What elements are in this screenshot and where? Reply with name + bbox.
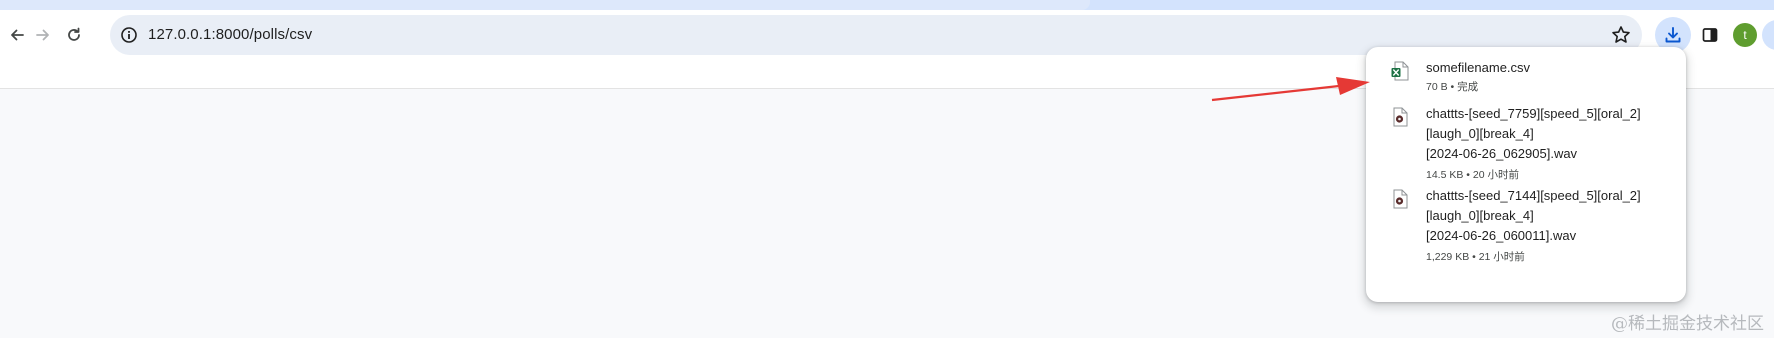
download-filename-line[interactable]: [2024-06-26_062905].wav bbox=[1426, 143, 1676, 164]
forward-arrow-icon bbox=[36, 29, 49, 41]
downloads-bubble: somefilename.csv 70 B • 完成 chattts-[seed… bbox=[1366, 47, 1686, 302]
url-text[interactable]: 127.0.0.1:8000/polls/csv bbox=[148, 15, 312, 55]
watermark: @稀土掘金技术社区 bbox=[1611, 314, 1764, 334]
download-status: 14.5 KB • 20 小时前 bbox=[1426, 169, 1519, 181]
excel-file-icon bbox=[1391, 61, 1409, 81]
browser-window: 127.0.0.1:8000/polls/csv t somefilename.… bbox=[0, 0, 1774, 338]
download-item[interactable]: somefilename.csv 70 B • 完成 bbox=[1366, 55, 1686, 103]
download-filename-line[interactable]: chattts-[seed_7144][speed_5][oral_2] bbox=[1426, 185, 1676, 206]
download-filename-line[interactable]: [laugh_0][break_4] bbox=[1426, 123, 1676, 144]
audio-file-icon bbox=[1393, 107, 1408, 127]
red-annotation-arrow bbox=[1211, 77, 1370, 102]
reload-button[interactable] bbox=[59, 20, 89, 50]
forward-button[interactable] bbox=[28, 20, 58, 50]
side-panel-button[interactable] bbox=[1695, 20, 1725, 50]
tab-strip bbox=[0, 0, 1774, 10]
audio-file-icon bbox=[1393, 189, 1408, 209]
download-item[interactable]: chattts-[seed_7759][speed_5][oral_2] [la… bbox=[1366, 103, 1686, 181]
download-filename-line[interactable]: [2024-06-26_060011].wav bbox=[1426, 225, 1676, 246]
back-arrow-icon bbox=[11, 29, 24, 41]
download-status: 1,229 KB • 21 小时前 bbox=[1426, 251, 1525, 263]
download-filename-line[interactable]: [laugh_0][break_4] bbox=[1426, 205, 1676, 226]
side-panel-icon bbox=[1702, 28, 1718, 42]
download-filename[interactable]: somefilename.csv bbox=[1426, 57, 1676, 78]
profile-avatar[interactable]: t bbox=[1733, 23, 1757, 47]
site-info-icon[interactable] bbox=[119, 25, 139, 45]
download-icon bbox=[1665, 27, 1681, 43]
download-item[interactable]: chattts-[seed_7144][speed_5][oral_2] [la… bbox=[1366, 185, 1686, 263]
menu-button[interactable] bbox=[1762, 20, 1774, 50]
download-status: 70 B • 完成 bbox=[1426, 81, 1479, 93]
bookmark-star-icon[interactable] bbox=[1610, 24, 1632, 46]
active-tab[interactable] bbox=[0, 0, 1090, 10]
download-filename-line[interactable]: chattts-[seed_7759][speed_5][oral_2] bbox=[1426, 103, 1676, 124]
reload-icon bbox=[68, 27, 80, 41]
